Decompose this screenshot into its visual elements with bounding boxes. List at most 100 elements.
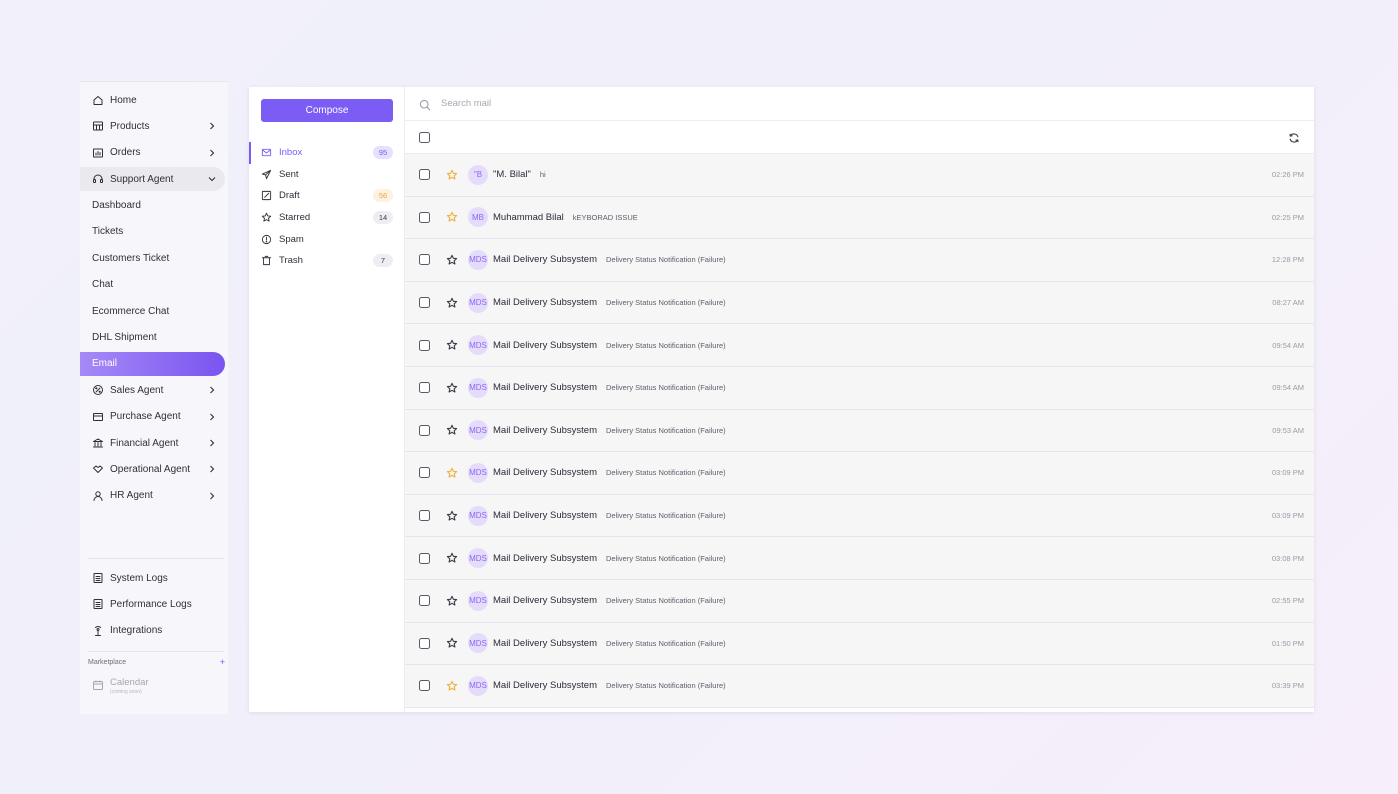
search-input[interactable] [441, 98, 841, 109]
mail-sender: Mail Delivery Subsystem [493, 680, 597, 692]
mail-row[interactable]: "B "M. Bilal" hi 02:26 PM [405, 154, 1314, 197]
row-checkbox[interactable] [419, 382, 430, 394]
mail-sender: Mail Delivery Subsystem [493, 637, 597, 649]
star-icon[interactable] [446, 637, 458, 649]
sidebar-item-purchase-agent[interactable]: Purchase Agent [80, 405, 225, 429]
mail-row[interactable]: MDS Mail Delivery Subsystem Delivery Statu… [405, 665, 1314, 708]
row-checkbox[interactable] [419, 637, 430, 649]
avatar: MDS [468, 675, 488, 696]
mail-row[interactable]: MDS Mail Delivery Subsystem Delivery Statu… [405, 239, 1314, 282]
avatar: MDS [468, 249, 488, 270]
sidebar-item-support-agent[interactable]: Support Agent [80, 167, 225, 192]
row-checkbox[interactable] [419, 510, 430, 522]
folder-starred[interactable]: Starred 14 [249, 207, 405, 229]
marketplace-add-button[interactable]: + [220, 657, 225, 667]
sidebar-divider [88, 651, 224, 652]
mail-time: 02:55 PM [1271, 596, 1304, 606]
sidebar-item-email[interactable]: Email [80, 351, 225, 376]
star-filled-icon[interactable] [446, 211, 458, 223]
row-checkbox[interactable] [419, 552, 430, 564]
handshake-icon [92, 463, 104, 475]
star-icon[interactable] [446, 382, 458, 394]
row-checkbox[interactable] [419, 595, 430, 607]
sidebar-item-sales-agent[interactable]: Sales Agent [80, 378, 225, 402]
mail-row[interactable]: MDS Mail Delivery Subsystem Delivery Statu… [405, 537, 1314, 580]
sidebar-item-chat[interactable]: Chat [80, 273, 225, 297]
sidebar-item-hr-agent[interactable]: HR Agent [80, 484, 225, 508]
row-checkbox[interactable] [419, 211, 430, 223]
mail-sender: Mail Delivery Subsystem [493, 254, 597, 266]
mail-row[interactable]: MDS Mail Delivery Subsystem Delivery Statu… [405, 494, 1314, 538]
sidebar-item-performance-logs[interactable]: Performance Logs [80, 592, 225, 616]
row-checkbox[interactable] [419, 254, 430, 266]
row-checkbox[interactable] [419, 339, 430, 351]
row-checkbox[interactable] [419, 169, 430, 181]
calendar-label: Calendar [110, 677, 149, 688]
sidebar-item-operational-agent[interactable]: Operational Agent [80, 457, 225, 481]
mail-row[interactable]: MDS Mail Delivery Subsystem Delivery Statu… [405, 324, 1314, 367]
sidebar-item-dhl-shipment[interactable]: DHL Shipment [80, 326, 225, 350]
sidebar-item-label: Ecommerce Chat [92, 305, 170, 317]
mail-row[interactable]: MDS Mail Delivery Subsystem Delivery Statu… [405, 281, 1314, 325]
sidebar-item-integrations[interactable]: Integrations [80, 619, 225, 643]
log-icon [92, 598, 104, 610]
chevron-right-icon [207, 412, 217, 422]
star-filled-icon[interactable] [446, 169, 458, 181]
mail-row[interactable]: MDS Mail Delivery Subsystem Delivery Statu… [405, 409, 1314, 453]
folder-draft[interactable]: Draft 56 [249, 185, 405, 207]
sidebar-item-label: Products [110, 120, 150, 132]
star-icon[interactable] [446, 297, 458, 309]
avatar: "B [468, 164, 488, 185]
sidebar-item-products[interactable]: Products [80, 114, 225, 138]
star-icon[interactable] [446, 595, 458, 607]
sidebar-item-system-logs[interactable]: System Logs [80, 566, 225, 590]
sidebar-item-home[interactable]: Home [80, 88, 225, 112]
mail-row[interactable]: MDS Mail Delivery Subsystem Delivery Statu… [405, 452, 1314, 495]
mail-row[interactable]: MDS Mail Delivery Subsystem Delivery Statu… [405, 579, 1314, 623]
sidebar-item-tickets[interactable]: Tickets [80, 220, 225, 244]
star-icon[interactable] [446, 254, 458, 266]
sidebar-item-orders[interactable]: Orders [80, 141, 225, 165]
star-icon [261, 212, 272, 223]
row-checkbox[interactable] [419, 297, 430, 309]
chevron-down-icon [207, 174, 217, 184]
log-icon [92, 572, 104, 584]
select-all-checkbox[interactable] [419, 131, 430, 143]
folder-trash[interactable]: Trash 7 [249, 250, 405, 272]
mail-rows: "B "M. Bilal" hi 02:26 PM MB Muhammad Bilal kE… [405, 154, 1314, 708]
mail-row[interactable]: MB Muhammad Bilal kEYBORAD ISSUE 02:25 PM [405, 196, 1314, 240]
row-checkbox[interactable] [419, 424, 430, 436]
sidebar-item-ecommerce-chat[interactable]: Ecommerce Chat [80, 299, 225, 323]
row-checkbox[interactable] [419, 467, 430, 479]
star-icon[interactable] [446, 510, 458, 522]
mail-row[interactable]: MDS Mail Delivery Subsystem Delivery Statu… [405, 366, 1314, 410]
folder-label: Draft [279, 190, 300, 202]
draft-icon [261, 190, 272, 201]
star-filled-icon[interactable] [446, 467, 458, 479]
star-icon[interactable] [446, 339, 458, 351]
sidebar-divider [88, 558, 224, 559]
sidebar-item-label: Home [110, 94, 137, 106]
sidebar-nav: Home Products Orders Support Agent Dashboard… [80, 88, 225, 510]
row-checkbox[interactable] [419, 680, 430, 692]
folder-count-badge: 95 [373, 146, 393, 160]
sidebar-item-calendar[interactable]: Calendar (coming soon) [92, 677, 149, 695]
sidebar-item-dashboard[interactable]: Dashboard [80, 194, 225, 218]
mail-sender: Mail Delivery Subsystem [493, 595, 597, 607]
star-icon[interactable] [446, 552, 458, 564]
folder-inbox[interactable]: Inbox 95 [249, 142, 405, 164]
sidebar-item-financial-agent[interactable]: Financial Agent [80, 431, 225, 455]
mail-row[interactable]: MDS Mail Delivery Subsystem Delivery Statu… [405, 622, 1314, 666]
compose-button[interactable]: Compose [261, 99, 393, 122]
sidebar-item-customers-ticket[interactable]: Customers Ticket [80, 246, 225, 270]
folder-spam[interactable]: Spam [249, 228, 405, 250]
sidebar-item-label: Orders [110, 147, 141, 159]
star-filled-icon[interactable] [446, 680, 458, 692]
folder-sent[interactable]: Sent [249, 164, 405, 186]
refresh-icon[interactable] [1288, 131, 1300, 143]
mail-sender: Mail Delivery Subsystem [493, 297, 597, 309]
mail-subject: Delivery Status Notification (Failure) [606, 553, 726, 563]
star-icon[interactable] [446, 424, 458, 436]
avatar: MDS [468, 292, 488, 313]
headset-icon [92, 173, 104, 185]
